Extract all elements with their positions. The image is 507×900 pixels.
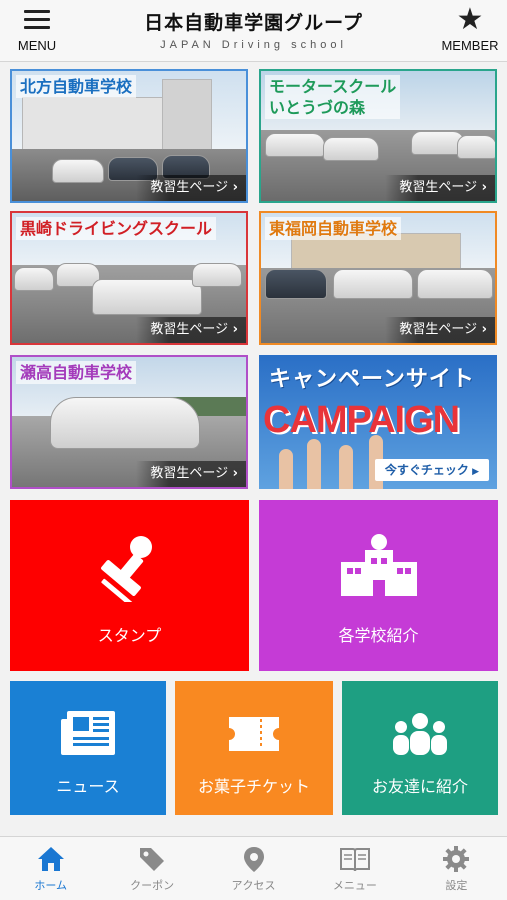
- ticket-label: お菓子チケット: [197, 777, 310, 796]
- nav-access[interactable]: アクセス: [203, 837, 304, 900]
- newspaper-icon: [61, 711, 115, 755]
- school-tile-kurosaki[interactable]: 黒崎ドライビングスクール 教習生ページ: [10, 211, 248, 345]
- ticket-icon: [229, 717, 279, 751]
- campaign-banner-text: CAMPAIGN: [263, 399, 460, 441]
- news-tile[interactable]: ニュース: [10, 681, 166, 815]
- nav-settings[interactable]: 設定: [406, 837, 507, 900]
- nav-coupon[interactable]: クーポン: [101, 837, 202, 900]
- nav-settings-label: 設定: [445, 879, 468, 892]
- app-title: 日本自動車学園グループ: [144, 12, 363, 34]
- school-name: 瀬高自動車学校: [16, 361, 137, 384]
- nav-home-label: ホーム: [34, 879, 68, 892]
- student-page-link[interactable]: 教習生ページ: [136, 175, 246, 201]
- member-label: MEMBER: [441, 38, 499, 53]
- school-building-icon: [341, 534, 417, 596]
- stamp-icon: [101, 536, 152, 602]
- nav-menu[interactable]: メニュー: [304, 837, 405, 900]
- member-button[interactable]: ★ MEMBER: [437, 2, 503, 56]
- student-page-link[interactable]: 教習生ページ: [136, 317, 246, 343]
- school-name: 東福岡自動車学校: [265, 217, 402, 240]
- menu-button[interactable]: MENU: [6, 6, 68, 56]
- star-icon: ★: [456, 2, 484, 37]
- school-name: モータースクール いとうづの森: [265, 75, 401, 119]
- school-name: 黒崎ドライビングスクール: [16, 217, 217, 240]
- student-page-link[interactable]: 教習生ページ: [385, 175, 495, 201]
- ticket-tile[interactable]: お菓子チケット: [175, 681, 333, 815]
- nav-access-label: アクセス: [231, 879, 276, 892]
- nav-menu-label: メニュー: [332, 879, 377, 892]
- brand-logo: 日本自動車学園グループ JAPAN Driving school: [120, 8, 387, 51]
- campaign-banner[interactable]: キャンペーンサイト CAMPAIGN 今すぐチェック: [259, 355, 497, 489]
- gear-icon: [443, 846, 470, 872]
- campaign-check-button[interactable]: 今すぐチェック: [374, 459, 489, 481]
- stamp-tile[interactable]: スタンプ: [10, 500, 249, 671]
- school-name: 北方自動車学校: [16, 75, 137, 98]
- nav-home[interactable]: ホーム: [0, 837, 101, 900]
- school-tile-higashifukuoka[interactable]: 東福岡自動車学校 教習生ページ: [259, 211, 497, 345]
- school-intro-tile[interactable]: 各学校紹介: [259, 500, 498, 671]
- school-tile-setaka[interactable]: 瀬高自動車学校 教習生ページ: [10, 355, 248, 489]
- home-icon: [37, 847, 64, 871]
- campaign-title: キャンペーンサイト: [269, 367, 475, 392]
- hamburger-icon: [24, 10, 50, 30]
- stamp-label: スタンプ: [97, 626, 162, 645]
- menu-label: MENU: [17, 38, 57, 53]
- refer-friend-tile[interactable]: お友達に紹介: [342, 681, 498, 815]
- tag-icon: [140, 848, 165, 871]
- nav-coupon-label: クーポン: [130, 879, 175, 892]
- location-pin-icon: [243, 847, 264, 872]
- school-tile-itouzu[interactable]: モータースクール いとうづの森 教習生ページ: [259, 69, 497, 203]
- student-page-link[interactable]: 教習生ページ: [136, 461, 246, 487]
- school-intro-label: 各学校紹介: [338, 626, 419, 645]
- refer-friend-label: お友達に紹介: [371, 777, 468, 796]
- book-icon: [339, 848, 370, 872]
- app-header: MENU 日本自動車学園グループ JAPAN Driving school ★ …: [0, 0, 507, 62]
- student-page-link[interactable]: 教習生ページ: [385, 317, 495, 343]
- news-label: ニュース: [56, 777, 120, 796]
- app-subtitle: JAPAN Driving school: [160, 39, 347, 51]
- school-tile-kitakata[interactable]: 北方自動車学校 教習生ページ: [10, 69, 248, 203]
- bottom-navigation: ホーム クーポン アクセス メニュー 設定: [0, 836, 507, 900]
- group-people-icon: [393, 713, 447, 755]
